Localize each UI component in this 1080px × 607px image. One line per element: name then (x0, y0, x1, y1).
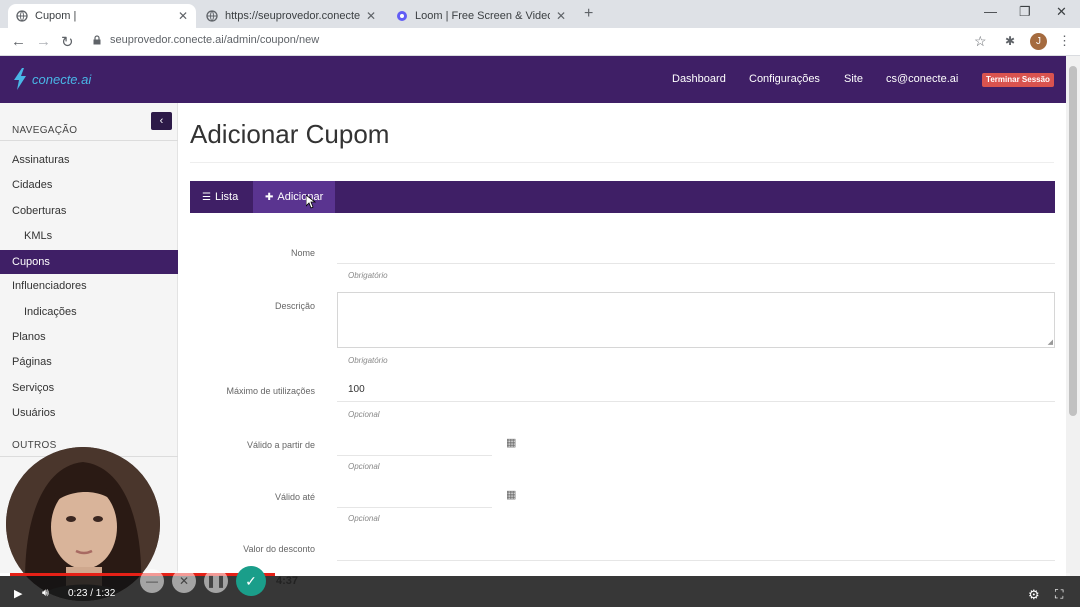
sidebar-heading-outros: OUTROS (12, 440, 57, 451)
close-tab-icon[interactable]: ✕ (366, 9, 376, 23)
nome-label: Nome (290, 248, 315, 258)
tab-adicionar[interactable]: ✚ Adicionar (253, 181, 336, 213)
sidebar-item-assinaturas[interactable]: Assinaturas (0, 148, 178, 172)
max-uses-label: Máximo de utilizações (226, 386, 315, 396)
reload-icon[interactable]: ↻ (61, 33, 74, 51)
nome-help: Obrigatório (348, 271, 388, 280)
lock-icon (93, 35, 101, 45)
tab-adicionar-label: Adicionar (277, 191, 324, 203)
lightning-logo-icon (14, 68, 26, 90)
browser-menu-icon[interactable]: ⋮ (1058, 33, 1071, 49)
loom-icon (396, 10, 408, 22)
fullscreen-icon[interactable]: ⛶ (1055, 587, 1063, 602)
descricao-textarea[interactable]: ◢ (337, 292, 1055, 348)
nav-user-email[interactable]: cs@conecte.ai (886, 73, 958, 85)
sidebar-heading-navegacao: NAVEGAÇÃO (12, 125, 78, 136)
close-tab-icon[interactable]: ✕ (178, 9, 188, 23)
close-window-button[interactable]: ✕ (1056, 4, 1067, 20)
plus-icon: ✚ (265, 191, 274, 203)
globe-icon (206, 10, 218, 22)
tab-label: https://seuprovedor.conecte.ai/a (225, 10, 360, 22)
logo-text: conecte.ai (32, 71, 92, 87)
close-tab-icon[interactable]: ✕ (556, 9, 566, 23)
title-divider (190, 162, 1054, 163)
valid-until-help: Opcional (348, 514, 380, 523)
calendar-icon[interactable]: ▦ (506, 436, 516, 449)
globe-icon (16, 10, 28, 22)
video-time: 0:23 / 1:32 (68, 588, 116, 599)
valid-until-label: Válido até (274, 492, 315, 502)
loom-minus-icon[interactable]: — (140, 569, 164, 593)
collapse-sidebar-button[interactable]: ‹ (151, 112, 172, 130)
page-title: Adicionar Cupom (190, 119, 390, 149)
calendar-icon[interactable]: ▦ (506, 488, 516, 501)
browser-tab-bar: Cupom | ✕ https://seuprovedor.conecte.ai… (0, 0, 1080, 28)
max-uses-input[interactable] (337, 401, 1055, 402)
loom-controls: — ✕ ❚❚ ✓ 4:37 (140, 566, 298, 596)
valid-from-label: Válido a partir de (246, 440, 315, 450)
descricao-label: Descrição (274, 301, 315, 311)
valid-until-input[interactable] (337, 507, 492, 508)
url-field[interactable]: seuprovedor.conecte.ai/admin/coupon/new (92, 34, 319, 46)
sidebar-item-kmls[interactable]: KMLs (0, 224, 178, 248)
valid-from-input[interactable] (337, 455, 492, 456)
page-scrollbar[interactable] (1066, 56, 1080, 576)
restore-button[interactable]: ❐ (1019, 4, 1031, 20)
tab-lista-label: Lista (214, 191, 239, 203)
valid-from-help: Opcional (348, 462, 380, 471)
volume-icon[interactable]: 🔊︎ (42, 587, 49, 600)
mouse-cursor-icon (306, 195, 316, 209)
loom-timer: 4:37 (276, 575, 299, 587)
url-text: seuprovedor.conecte.ai/admin/coupon/new (110, 34, 320, 46)
extensions-puzzle-icon[interactable]: ✱ (1005, 34, 1015, 48)
sidebar-item-coberturas[interactable]: Coberturas (0, 199, 178, 223)
nav-configuracoes[interactable]: Configurações (749, 73, 820, 85)
sidebar-item-influenciadores[interactable]: Influenciadores (0, 274, 178, 298)
sidebar-item-usuarios[interactable]: Usuários (0, 401, 178, 425)
back-icon[interactable]: ← (11, 33, 26, 50)
loom-pause-icon[interactable]: ❚❚ (204, 569, 228, 593)
sidebar-item-paginas[interactable]: Páginas (0, 350, 178, 374)
play-icon[interactable]: ▶ (14, 587, 22, 600)
discount-input[interactable] (337, 560, 1055, 561)
browser-tab-admin[interactable]: https://seuprovedor.conecte.ai/a ✕ (198, 4, 384, 28)
loom-finish-icon[interactable]: ✓ (236, 566, 266, 596)
descricao-help: Obrigatório (348, 356, 388, 365)
tab-label: Cupom | (35, 10, 77, 22)
sidebar-item-indicacoes[interactable]: Indicações (0, 300, 178, 324)
app-header: conecte.ai Dashboard Configurações Site … (0, 56, 1066, 103)
discount-label: Valor do desconto (243, 544, 315, 554)
form-tab-strip: ☰ Lista ✚ Adicionar (190, 181, 1055, 213)
settings-gear-icon[interactable]: ⚙ (1028, 587, 1040, 603)
loom-cancel-icon[interactable]: ✕ (172, 569, 196, 593)
forward-icon[interactable]: → (36, 33, 51, 50)
logout-button[interactable]: Terminar Sessão (982, 73, 1054, 87)
sidebar-item-planos[interactable]: Planos (0, 325, 178, 349)
max-uses-value[interactable]: 100 (348, 384, 365, 395)
sidebar-item-servicos[interactable]: Serviços (0, 376, 178, 400)
max-uses-help: Opcional (348, 410, 380, 419)
scrollbar-thumb[interactable] (1069, 66, 1077, 416)
list-icon: ☰ (202, 191, 211, 203)
bookmark-star-icon[interactable]: ☆ (974, 33, 987, 50)
new-tab-button[interactable]: + (584, 5, 593, 23)
browser-tab-loom[interactable]: Loom | Free Screen & Video Rec ✕ (388, 4, 574, 28)
nav-dashboard[interactable]: Dashboard (672, 73, 726, 85)
app-logo[interactable]: conecte.ai (12, 68, 91, 90)
minimize-button[interactable]: — (984, 4, 997, 19)
address-bar-row: ← → ↻ seuprovedor.conecte.ai/admin/coupo… (0, 28, 1080, 56)
sidebar-item-cupons[interactable]: Cupons (0, 250, 178, 274)
sidebar-divider (0, 140, 178, 141)
tab-label: Loom | Free Screen & Video Rec (415, 10, 550, 22)
sidebar-item-cidades[interactable]: Cidades (0, 173, 178, 197)
resize-handle-icon[interactable]: ◢ (1048, 338, 1053, 346)
browser-tab-cupom[interactable]: Cupom | ✕ (8, 4, 196, 28)
tab-lista[interactable]: ☰ Lista (190, 181, 250, 213)
profile-avatar[interactable]: J (1030, 33, 1047, 50)
nome-input[interactable] (337, 263, 1055, 264)
nav-site[interactable]: Site (844, 73, 863, 85)
